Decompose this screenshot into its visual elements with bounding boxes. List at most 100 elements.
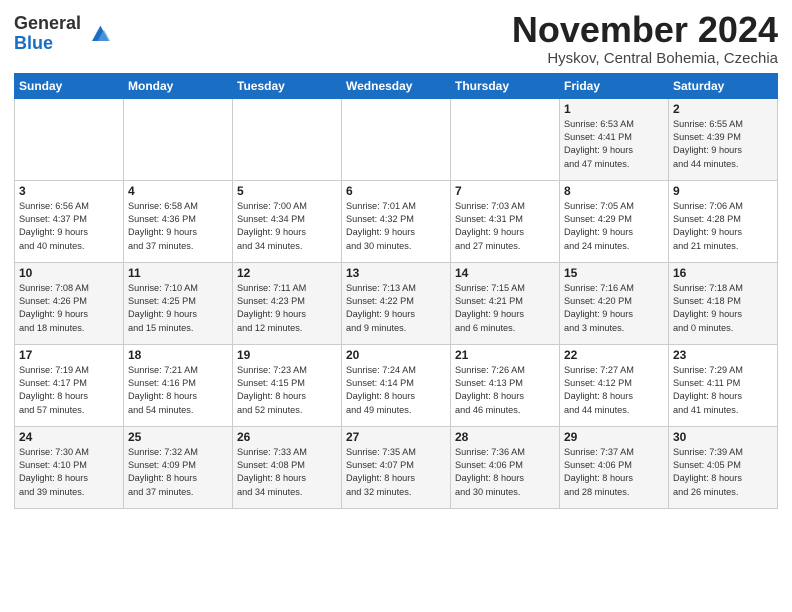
- day-number: 20: [346, 348, 446, 362]
- day-number: 16: [673, 266, 773, 280]
- calendar-table: SundayMondayTuesdayWednesdayThursdayFrid…: [14, 73, 778, 509]
- day-info: Sunrise: 7:13 AM Sunset: 4:22 PM Dayligh…: [346, 282, 446, 335]
- day-info: Sunrise: 7:35 AM Sunset: 4:07 PM Dayligh…: [346, 446, 446, 499]
- calendar-week-1: 1Sunrise: 6:53 AM Sunset: 4:41 PM Daylig…: [15, 98, 778, 180]
- day-number: 2: [673, 102, 773, 116]
- day-info: Sunrise: 7:23 AM Sunset: 4:15 PM Dayligh…: [237, 364, 337, 417]
- calendar-cell: 21 Sunrise: 7:26 AM Sunset: 4:13 PM Dayli…: [451, 344, 560, 426]
- calendar-cell: 24 Sunrise: 7:30 AM Sunset: 4:10 PM Dayli…: [15, 426, 124, 508]
- day-number: 23: [673, 348, 773, 362]
- calendar-cell: 1Sunrise: 6:53 AM Sunset: 4:41 PM Daylig…: [560, 98, 669, 180]
- day-header-friday: Friday: [560, 73, 669, 98]
- day-info: Sunrise: 7:32 AM Sunset: 4:09 PM Dayligh…: [128, 446, 228, 499]
- day-info: Sunrise: 7:24 AM Sunset: 4:14 PM Dayligh…: [346, 364, 446, 417]
- day-info: Sunrise: 7:21 AM Sunset: 4:16 PM Dayligh…: [128, 364, 228, 417]
- calendar-cell: 7Sunrise: 7:03 AM Sunset: 4:31 PM Daylig…: [451, 180, 560, 262]
- day-number: 24: [19, 430, 119, 444]
- day-number: 19: [237, 348, 337, 362]
- calendar-cell: [124, 98, 233, 180]
- day-header-wednesday: Wednesday: [342, 73, 451, 98]
- calendar-cell: [233, 98, 342, 180]
- logo: General Blue: [14, 14, 113, 54]
- calendar-cell: 26Sunrise: 7:33 AM Sunset: 4:08 PM Dayli…: [233, 426, 342, 508]
- day-info: Sunrise: 7:18 AM Sunset: 4:18 PM Dayligh…: [673, 282, 773, 335]
- calendar-cell: 10 Sunrise: 7:08 AM Sunset: 4:26 PM Dayli…: [15, 262, 124, 344]
- day-info: Sunrise: 7:36 AM Sunset: 4:06 PM Dayligh…: [455, 446, 555, 499]
- calendar-cell: 6Sunrise: 7:01 AM Sunset: 4:32 PM Daylig…: [342, 180, 451, 262]
- calendar-cell: 20 Sunrise: 7:24 AM Sunset: 4:14 PM Dayli…: [342, 344, 451, 426]
- month-title: November 2024: [512, 10, 778, 50]
- day-number: 11: [128, 266, 228, 280]
- day-number: 7: [455, 184, 555, 198]
- calendar-body: 1Sunrise: 6:53 AM Sunset: 4:41 PM Daylig…: [15, 98, 778, 508]
- day-info: Sunrise: 7:19 AM Sunset: 4:17 PM Dayligh…: [19, 364, 119, 417]
- day-header-saturday: Saturday: [669, 73, 778, 98]
- day-number: 4: [128, 184, 228, 198]
- day-number: 22: [564, 348, 664, 362]
- day-info: Sunrise: 6:56 AM Sunset: 4:37 PM Dayligh…: [19, 200, 119, 253]
- day-info: Sunrise: 7:15 AM Sunset: 4:21 PM Dayligh…: [455, 282, 555, 335]
- calendar-cell: 3Sunrise: 6:56 AM Sunset: 4:37 PM Daylig…: [15, 180, 124, 262]
- day-info: Sunrise: 7:08 AM Sunset: 4:26 PM Dayligh…: [19, 282, 119, 335]
- calendar-cell: 19 Sunrise: 7:23 AM Sunset: 4:15 PM Dayli…: [233, 344, 342, 426]
- day-number: 29: [564, 430, 664, 444]
- day-info: Sunrise: 7:16 AM Sunset: 4:20 PM Dayligh…: [564, 282, 664, 335]
- day-info: Sunrise: 7:10 AM Sunset: 4:25 PM Dayligh…: [128, 282, 228, 335]
- calendar-cell: 17 Sunrise: 7:19 AM Sunset: 4:17 PM Dayli…: [15, 344, 124, 426]
- calendar-cell: 28 Sunrise: 7:36 AM Sunset: 4:06 PM Dayli…: [451, 426, 560, 508]
- logo-icon: [85, 20, 113, 48]
- day-number: 8: [564, 184, 664, 198]
- day-info: Sunrise: 7:06 AM Sunset: 4:28 PM Dayligh…: [673, 200, 773, 253]
- day-info: Sunrise: 7:01 AM Sunset: 4:32 PM Dayligh…: [346, 200, 446, 253]
- calendar-cell: 27Sunrise: 7:35 AM Sunset: 4:07 PM Dayli…: [342, 426, 451, 508]
- calendar-cell: 13 Sunrise: 7:13 AM Sunset: 4:22 PM Dayli…: [342, 262, 451, 344]
- day-info: Sunrise: 7:26 AM Sunset: 4:13 PM Dayligh…: [455, 364, 555, 417]
- day-info: Sunrise: 7:29 AM Sunset: 4:11 PM Dayligh…: [673, 364, 773, 417]
- title-area: November 2024 Hyskov, Central Bohemia, C…: [512, 10, 778, 67]
- day-number: 15: [564, 266, 664, 280]
- calendar-week-2: 3Sunrise: 6:56 AM Sunset: 4:37 PM Daylig…: [15, 180, 778, 262]
- day-number: 21: [455, 348, 555, 362]
- day-info: Sunrise: 7:30 AM Sunset: 4:10 PM Dayligh…: [19, 446, 119, 499]
- calendar-cell: 2 Sunrise: 6:55 AM Sunset: 4:39 PM Daylig…: [669, 98, 778, 180]
- calendar-week-3: 10 Sunrise: 7:08 AM Sunset: 4:26 PM Dayli…: [15, 262, 778, 344]
- day-info: Sunrise: 7:27 AM Sunset: 4:12 PM Dayligh…: [564, 364, 664, 417]
- day-number: 13: [346, 266, 446, 280]
- calendar-cell: [342, 98, 451, 180]
- calendar-cell: 12 Sunrise: 7:11 AM Sunset: 4:23 PM Dayli…: [233, 262, 342, 344]
- day-number: 1: [564, 102, 664, 116]
- day-number: 9: [673, 184, 773, 198]
- day-number: 30: [673, 430, 773, 444]
- calendar-cell: 11 Sunrise: 7:10 AM Sunset: 4:25 PM Dayli…: [124, 262, 233, 344]
- day-number: 10: [19, 266, 119, 280]
- calendar-cell: [451, 98, 560, 180]
- calendar-cell: 9 Sunrise: 7:06 AM Sunset: 4:28 PM Daylig…: [669, 180, 778, 262]
- logo-text: General Blue: [14, 14, 81, 54]
- calendar-cell: 29Sunrise: 7:37 AM Sunset: 4:06 PM Dayli…: [560, 426, 669, 508]
- calendar-cell: [15, 98, 124, 180]
- day-header-tuesday: Tuesday: [233, 73, 342, 98]
- day-number: 5: [237, 184, 337, 198]
- header-row: SundayMondayTuesdayWednesdayThursdayFrid…: [15, 73, 778, 98]
- calendar-cell: 14Sunrise: 7:15 AM Sunset: 4:21 PM Dayli…: [451, 262, 560, 344]
- day-header-monday: Monday: [124, 73, 233, 98]
- day-number: 25: [128, 430, 228, 444]
- calendar-cell: 16 Sunrise: 7:18 AM Sunset: 4:18 PM Dayli…: [669, 262, 778, 344]
- day-info: Sunrise: 6:58 AM Sunset: 4:36 PM Dayligh…: [128, 200, 228, 253]
- day-header-sunday: Sunday: [15, 73, 124, 98]
- day-number: 28: [455, 430, 555, 444]
- calendar-cell: 15 Sunrise: 7:16 AM Sunset: 4:20 PM Dayli…: [560, 262, 669, 344]
- calendar-cell: 23 Sunrise: 7:29 AM Sunset: 4:11 PM Dayli…: [669, 344, 778, 426]
- calendar-week-4: 17 Sunrise: 7:19 AM Sunset: 4:17 PM Dayli…: [15, 344, 778, 426]
- location: Hyskov, Central Bohemia, Czechia: [512, 50, 778, 67]
- calendar-week-5: 24 Sunrise: 7:30 AM Sunset: 4:10 PM Dayli…: [15, 426, 778, 508]
- day-header-thursday: Thursday: [451, 73, 560, 98]
- calendar-cell: 18 Sunrise: 7:21 AM Sunset: 4:16 PM Dayli…: [124, 344, 233, 426]
- day-info: Sunrise: 7:11 AM Sunset: 4:23 PM Dayligh…: [237, 282, 337, 335]
- calendar-cell: 22 Sunrise: 7:27 AM Sunset: 4:12 PM Dayli…: [560, 344, 669, 426]
- day-info: Sunrise: 6:55 AM Sunset: 4:39 PM Dayligh…: [673, 118, 773, 171]
- day-number: 17: [19, 348, 119, 362]
- header: General Blue November 2024 Hyskov, Centr…: [14, 10, 778, 67]
- day-number: 12: [237, 266, 337, 280]
- day-number: 18: [128, 348, 228, 362]
